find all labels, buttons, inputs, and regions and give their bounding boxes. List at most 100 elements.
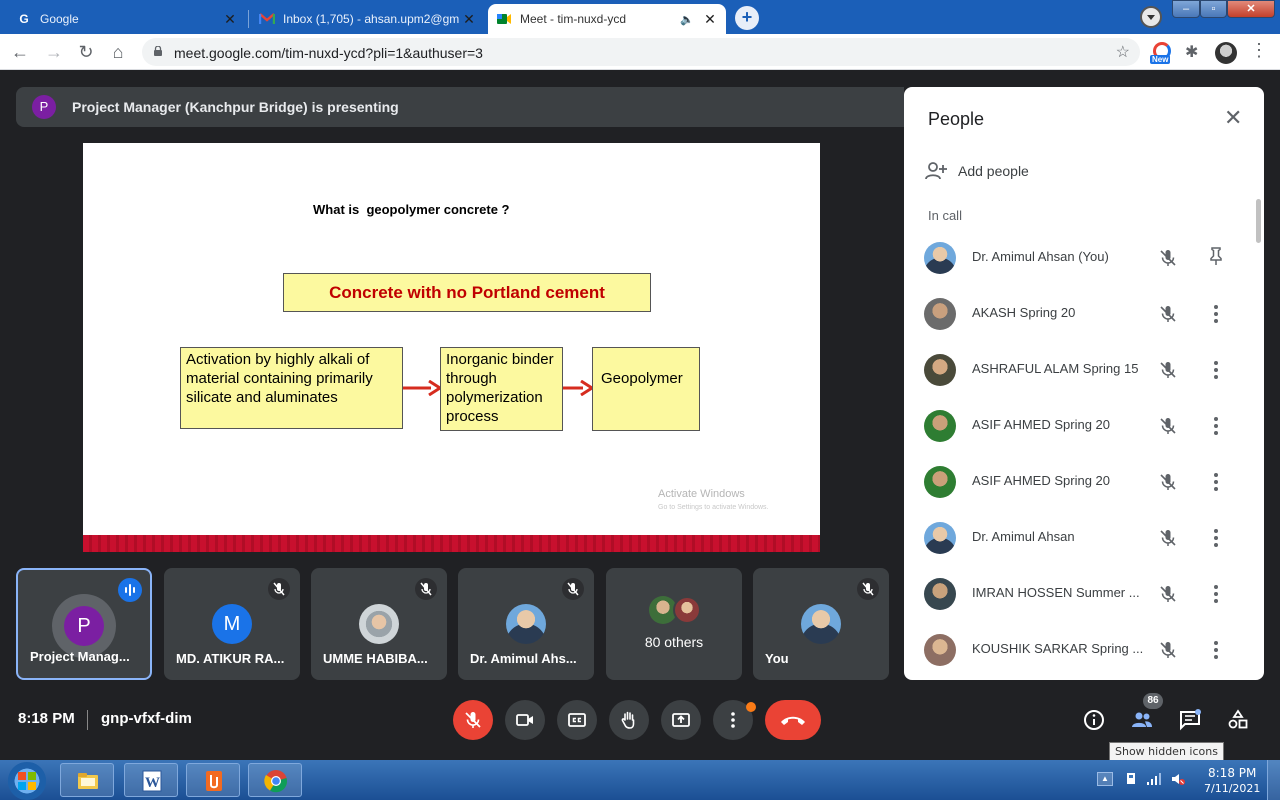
start-button[interactable] (3, 762, 51, 800)
scrollbar[interactable] (1256, 199, 1261, 243)
home-icon[interactable]: ⌂ (106, 40, 130, 64)
bookmark-star-icon[interactable]: ☆ (1116, 42, 1130, 62)
tab-gmail[interactable]: Inbox (1,705) - ahsan.upm2@gm ✕ (251, 4, 485, 34)
mic-off-icon[interactable] (1158, 640, 1178, 660)
tile-name: Project Manag... (30, 649, 130, 664)
participant-row[interactable]: AKASH Spring 20 (904, 286, 1256, 342)
account-avatar[interactable] (1215, 42, 1237, 64)
window-maximize-button[interactable]: ▫ (1200, 0, 1227, 18)
lock-icon[interactable] (154, 46, 162, 56)
close-tab-icon[interactable]: ✕ (702, 11, 718, 28)
participant-tile[interactable]: UMME HABIBA... (311, 568, 447, 680)
participant-row[interactable]: IMRAN HOSSEN Summer ... (904, 566, 1256, 622)
show-desktop-button[interactable] (1267, 760, 1280, 800)
tab-search-dropdown-icon[interactable] (1140, 6, 1162, 28)
people-icon[interactable] (1130, 708, 1154, 732)
leave-call-button[interactable] (765, 700, 821, 740)
usb-icon[interactable] (1123, 771, 1139, 787)
raise-hand-button[interactable] (609, 700, 649, 740)
chat-icon[interactable] (1178, 708, 1202, 732)
participant-name: Dr. Amimul Ahsan (You) (972, 249, 1109, 264)
tab-google[interactable]: G Google ✕ (8, 4, 246, 34)
mic-off-icon (465, 712, 481, 728)
participant-row[interactable]: ASIF AHMED Spring 20 (904, 454, 1256, 510)
meeting-info-icon[interactable] (1082, 708, 1106, 732)
new-tab-button[interactable]: + (735, 6, 759, 30)
window-minimize-button[interactable]: ‒ (1172, 0, 1200, 18)
more-options-icon[interactable] (1208, 638, 1224, 662)
participant-row[interactable]: KOUSHIK SARKAR Spring ... (904, 622, 1256, 678)
mic-off-icon[interactable] (1158, 248, 1178, 268)
participant-row[interactable]: Dr. Amimul Ahsan (904, 510, 1256, 566)
participant-row[interactable]: Dr. Amimul Ahsan (You) (904, 230, 1256, 286)
presentation-slide: What is geopolymer concrete ? Concrete w… (83, 143, 820, 552)
participant-name: IMRAN HOSSEN Summer ... (972, 585, 1140, 600)
more-options-icon[interactable] (1208, 526, 1224, 550)
taskbar-date[interactable]: 7/11/2021 (1204, 782, 1260, 795)
browser-tab-strip: G Google ✕ Inbox (1,705) - ahsan.upm2@gm… (0, 0, 1280, 34)
camera-icon (516, 714, 533, 726)
speaker-icon[interactable]: 🔈 (680, 13, 694, 26)
back-icon[interactable]: ← (8, 40, 32, 64)
mic-off-icon[interactable] (1158, 472, 1178, 492)
mic-off-icon[interactable] (1158, 528, 1178, 548)
close-icon[interactable]: ✕ (1224, 105, 1242, 131)
camera-toggle-button[interactable] (505, 700, 545, 740)
add-people-label: Add people (958, 163, 1029, 179)
participant-tile[interactable]: Dr. Amimul Ahs... (458, 568, 594, 680)
extensions-puzzle-icon[interactable]: ✱ (1185, 42, 1198, 62)
show-hidden-icons-button[interactable]: ▲ (1097, 772, 1113, 786)
more-options-icon[interactable] (1208, 414, 1224, 438)
participant-row[interactable]: ASIF AHMED Spring 20 (904, 398, 1256, 454)
slide-arrow (403, 380, 441, 396)
participant-row[interactable]: ASHRAFUL ALAM Spring 15 (904, 342, 1256, 398)
close-tab-icon[interactable]: ✕ (461, 11, 477, 28)
speaking-indicator-icon (118, 578, 142, 602)
taskbar-file-explorer[interactable] (60, 763, 114, 797)
volume-muted-icon[interactable] (1170, 771, 1186, 787)
pin-icon[interactable] (1208, 246, 1224, 270)
mic-off-icon[interactable] (1158, 416, 1178, 436)
mic-off-icon[interactable] (1158, 584, 1178, 604)
activities-icon[interactable] (1226, 708, 1250, 732)
forward-icon[interactable]: → (42, 40, 66, 64)
others-tile[interactable]: 80 others (606, 568, 742, 680)
participant-tile[interactable]: P Project Manag... (16, 568, 152, 680)
taskbar-word[interactable]: W (124, 763, 178, 797)
window-close-button[interactable]: ✕ (1227, 0, 1275, 18)
self-tile[interactable]: You (753, 568, 889, 680)
more-options-icon[interactable] (1208, 470, 1224, 494)
participant-tile[interactable]: M MD. ATIKUR RA... (164, 568, 300, 680)
extension-new-icon[interactable]: New (1150, 42, 1174, 66)
divider (87, 710, 88, 730)
close-tab-icon[interactable]: ✕ (222, 11, 238, 28)
tab-meet[interactable]: Meet - tim-nuxd-ycd 🔈 ✕ (488, 4, 726, 34)
taskbar-chrome[interactable] (248, 763, 302, 797)
present-screen-button[interactable] (661, 700, 701, 740)
panel-title: People (928, 109, 985, 129)
extension-badge: New (1150, 55, 1171, 64)
tab-separator (248, 10, 249, 28)
microphone-toggle-button[interactable] (453, 700, 493, 740)
more-options-icon[interactable] (1208, 358, 1224, 382)
more-options-icon[interactable] (1208, 582, 1224, 606)
add-people-button[interactable]: Add people (924, 159, 1029, 183)
mic-off-icon[interactable] (1158, 304, 1178, 324)
reload-icon[interactable]: ↻ (74, 40, 98, 64)
presenter-avatar: P (32, 95, 56, 119)
chrome-menu-icon[interactable]: ⋮ (1250, 40, 1268, 61)
network-signal-icon[interactable] (1145, 771, 1161, 787)
folder-icon (78, 773, 98, 789)
in-call-heading: In call (928, 208, 962, 223)
add-person-icon (925, 162, 947, 180)
taskbar-app[interactable] (186, 763, 240, 797)
address-bar[interactable]: meet.google.com/tim-nuxd-ycd?pli=1&authu… (142, 38, 1140, 66)
avatar (924, 242, 956, 274)
others-count-label: 80 others (644, 634, 704, 650)
participant-name: Dr. Amimul Ahsan (972, 529, 1075, 544)
mic-off-icon[interactable] (1158, 360, 1178, 380)
show-hidden-icons-tooltip: Show hidden icons (1109, 742, 1224, 761)
taskbar-time[interactable]: 8:18 PM (1208, 766, 1256, 780)
more-options-icon[interactable] (1208, 302, 1224, 326)
captions-button[interactable] (557, 700, 597, 740)
